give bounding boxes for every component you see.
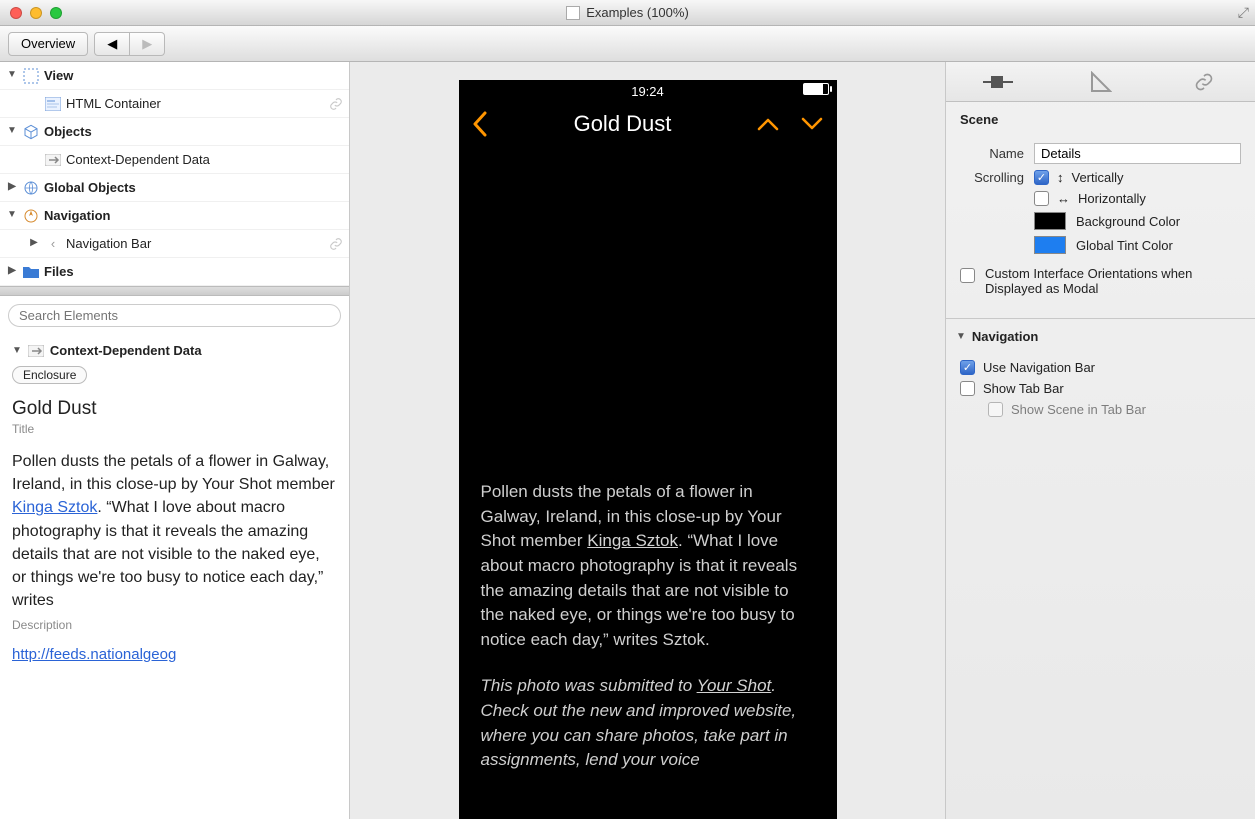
document-icon (566, 6, 580, 20)
title-field-label: Title (12, 422, 337, 436)
show-tabbar-checkbox[interactable] (960, 381, 975, 396)
custom-orientations-label: Custom Interface Orientations when Displ… (985, 266, 1241, 296)
tree-item-global-objects[interactable]: ▶ Global Objects (0, 174, 349, 202)
author-link[interactable]: Kinga Sztok (587, 531, 678, 550)
show-tabbar-label: Show Tab Bar (983, 381, 1064, 396)
battery-icon (803, 83, 829, 95)
background-color-swatch[interactable] (1034, 212, 1066, 230)
inspector-panel: Scene Name Scrolling ✓ ↕ Vertically (945, 62, 1255, 819)
tree-item-view[interactable]: ▼ View (0, 62, 349, 90)
tint-color-swatch[interactable] (1034, 236, 1066, 254)
yourshot-link[interactable]: Your Shot (697, 676, 772, 695)
description-value: Pollen dusts the petals of a flower in G… (12, 450, 337, 612)
window-titlebar: Examples (100%) ⤢ (0, 0, 1255, 26)
nav-forward-button[interactable]: ▶ (130, 32, 165, 56)
tree-item-objects[interactable]: ▼ Objects (0, 118, 349, 146)
navigation-section-title: Navigation (972, 329, 1038, 344)
enclosure-pill[interactable]: Enclosure (12, 366, 87, 384)
tree-label: View (44, 68, 73, 83)
custom-orientations-checkbox[interactable] (960, 268, 975, 283)
html-container-icon (44, 95, 62, 113)
use-navbar-checkbox[interactable]: ✓ (960, 360, 975, 375)
vertical-scroll-checkbox[interactable]: ✓ (1034, 170, 1049, 185)
scrolling-label: Scrolling (960, 170, 1024, 185)
use-navbar-label: Use Navigation Bar (983, 360, 1095, 375)
tab-properties[interactable] (947, 62, 1049, 101)
navigation-icon (22, 207, 40, 225)
canvas[interactable]: 19:24 Gold Dust (350, 62, 945, 819)
title-value: Gold Dust (12, 398, 337, 420)
tree-label: Files (44, 264, 74, 279)
preview-navbar: Gold Dust (459, 102, 837, 146)
global-objects-icon (22, 179, 40, 197)
preview-image (459, 146, 837, 466)
window-title: Examples (100%) (586, 5, 689, 20)
view-icon (22, 67, 40, 85)
scene-name-input[interactable] (1034, 143, 1241, 164)
truncated-url[interactable]: http://feeds.nationalgeog (12, 646, 337, 663)
preview-title: Gold Dust (574, 111, 672, 137)
back-button[interactable] (471, 110, 489, 138)
tab-connections[interactable] (1153, 62, 1255, 101)
tab-metrics[interactable] (1050, 62, 1152, 101)
tree-label: Objects (44, 124, 92, 139)
panel-divider[interactable] (0, 286, 349, 296)
bg-color-label: Background Color (1076, 214, 1180, 229)
link-icon[interactable] (329, 237, 343, 251)
status-bar: 19:24 (459, 80, 837, 102)
show-scene-in-tabbar-checkbox[interactable] (988, 402, 1003, 417)
folder-icon (22, 263, 40, 281)
search-input[interactable] (8, 304, 341, 327)
tree-item-files[interactable]: ▶ Files (0, 258, 349, 286)
tree-item-context-data[interactable]: Context-Dependent Data (0, 146, 349, 174)
tree-item-navigation[interactable]: ▼ Navigation (0, 202, 349, 230)
leftright-icon: ↔ (1057, 191, 1070, 206)
up-button[interactable] (756, 116, 780, 132)
tree-label: Navigation Bar (66, 236, 151, 251)
objects-icon (22, 123, 40, 141)
show-scene-in-tabbar-label: Show Scene in Tab Bar (1011, 402, 1146, 417)
horizontal-label: Horizontally (1078, 191, 1146, 206)
vertical-label: Vertically (1072, 170, 1124, 185)
status-time: 19:24 (631, 84, 664, 99)
overview-button[interactable]: Overview (8, 32, 88, 56)
tree-label: HTML Container (66, 96, 161, 111)
updown-icon: ↕ (1057, 170, 1064, 185)
description-field-label: Description (12, 618, 337, 632)
element-inspector-panel: ▼ Context-Dependent Data Enclosure Gold … (0, 335, 349, 819)
tree-label: Global Objects (44, 180, 136, 195)
panel-header: Context-Dependent Data (50, 343, 202, 358)
tree-item-navigation-bar[interactable]: ▶ ‹ Navigation Bar (0, 230, 349, 258)
back-chevron-icon: ‹ (44, 235, 62, 253)
author-link[interactable]: Kinga Sztok (12, 499, 97, 516)
outline-tree: ▼ View HTML Container (0, 62, 349, 286)
nav-back-button[interactable]: ◀ (94, 32, 130, 56)
toolbar: Overview ◀ ▶ (0, 26, 1255, 62)
link-icon[interactable] (329, 97, 343, 111)
left-panel: ▼ View HTML Container (0, 62, 350, 819)
down-button[interactable] (800, 116, 824, 132)
preview-body: Pollen dusts the petals of a flower in G… (459, 466, 837, 787)
name-label: Name (960, 146, 1024, 161)
context-data-icon (44, 151, 62, 169)
tree-label: Context-Dependent Data (66, 152, 210, 167)
horizontal-scroll-checkbox[interactable] (1034, 191, 1049, 206)
context-data-icon (28, 345, 44, 357)
tree-label: Navigation (44, 208, 110, 223)
device-preview: 19:24 Gold Dust (459, 80, 837, 819)
scene-section-title: Scene (946, 102, 1255, 133)
tint-color-label: Global Tint Color (1076, 238, 1173, 253)
fullscreen-icon[interactable]: ⤢ (1238, 4, 1249, 21)
tree-item-html-container[interactable]: HTML Container (0, 90, 349, 118)
